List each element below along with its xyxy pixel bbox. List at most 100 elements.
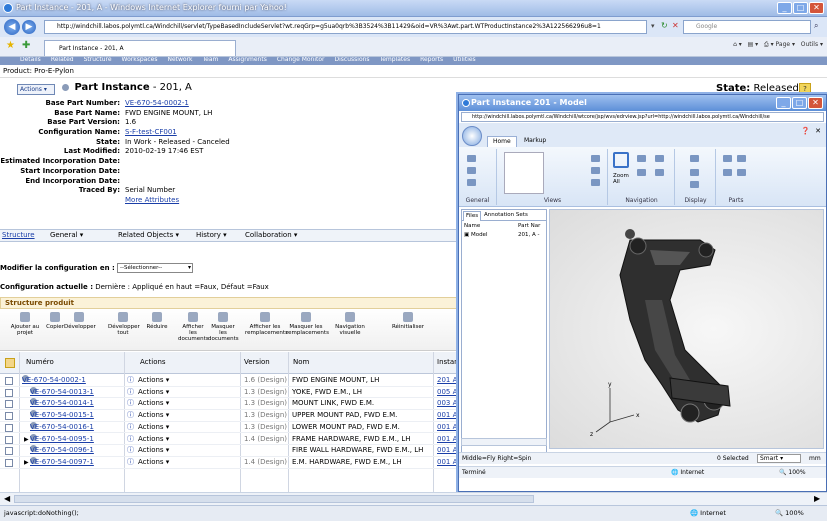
tab-home[interactable]: Home [487,136,517,147]
zoom-all-button[interactable]: Zoom All [613,173,633,185]
layout-icon[interactable] [467,179,476,186]
tab-markup[interactable]: Markup [519,136,551,147]
rotate-icon[interactable] [637,155,646,162]
toolbar-button[interactable]: Réinitialiser [388,312,428,330]
toolbar-button[interactable]: Développer [64,312,96,330]
table-row[interactable]: ▶ VE-670-54-0095-1 ⓘ Actions ▾ 1.4 (Design) F… [0,433,458,446]
orient-icon[interactable] [655,169,664,176]
help-icon[interactable]: ❓ [801,127,810,135]
feeds-icon[interactable]: ▤ ▾ [744,41,759,48]
row-instance-link[interactable]: 005 A [437,387,457,399]
row-instance-link[interactable]: 001 A [437,434,457,446]
scroll-right-icon[interactable]: ▶ [814,494,820,503]
view-list-icon[interactable] [591,155,600,162]
menu-item[interactable]: Structure [84,57,112,63]
tab-structure[interactable]: Structure [2,230,35,241]
info-icon[interactable]: ⓘ [127,387,134,399]
row-checkbox[interactable] [5,388,13,397]
row-actions-menu[interactable]: Actions ▾ [138,375,169,387]
table-row[interactable]: VE-670-54-0015-1 ⓘ Actions ▾ 1.3 (Design) UP… [0,410,458,422]
row-checkbox[interactable] [5,400,13,409]
menu-item[interactable]: Utilities [453,57,476,63]
table-row[interactable]: VE-670-54-0014-1 ⓘ Actions ▾ 1.3 (Design) MO… [0,398,458,411]
menu-item[interactable]: Details [20,57,41,63]
row-checkbox[interactable] [5,377,13,385]
info-icon[interactable]: ⓘ [127,434,134,446]
row-checkbox[interactable] [5,458,13,467]
parts-show-icon[interactable] [737,169,746,176]
row-instance-link[interactable]: 201 A [437,375,457,387]
table-row[interactable]: VE-670-54-0002-1 ⓘ Actions ▾ 1.6 (Design) FW… [0,375,458,387]
minimize-button[interactable]: _ [777,2,792,14]
fly-icon[interactable] [655,155,664,162]
row-actions-menu[interactable]: Actions ▾ [138,457,169,469]
info-icon[interactable]: ⓘ [127,422,134,434]
tab-files[interactable]: Files [463,211,482,221]
row-instance-link[interactable]: 001 A [437,445,457,457]
url-dropdown-icon[interactable]: ▾ [651,22,655,30]
table-row[interactable]: VE-670-54-0013-1 ⓘ Actions ▾ 1.3 (Design) YO… [0,386,458,399]
url-input[interactable]: http://windchill.labos.polymtl.ca/Windch… [44,20,647,34]
menu-item[interactable]: Related [51,57,74,63]
attribute-link[interactable]: More Attributes [125,196,179,206]
expand-icon[interactable]: ▶ [24,457,29,469]
parts-isolate-icon[interactable] [723,169,732,176]
display-options-icon[interactable] [690,181,699,188]
viewer-minimize-button[interactable]: _ [776,97,791,109]
print-icon[interactable]: ⎙ ▾ [760,41,774,48]
menu-item[interactable]: Workspaces [122,57,158,63]
view-grid-icon[interactable] [591,167,600,174]
row-actions-menu[interactable]: Actions ▾ [138,434,169,446]
viewer-maximize-button[interactable]: □ [792,97,807,109]
menu-item[interactable]: Reports [420,57,443,63]
table-row[interactable]: ▶ VE-670-54-0097-1 ⓘ Actions ▾ 1.4 (Design) E… [0,456,458,469]
viewer-url[interactable]: http://windchill.labos.polymtl.ca/Windch… [461,112,824,122]
col-version[interactable]: Version [244,358,270,366]
col-numero[interactable]: Numéro [26,358,54,366]
toolbar-button[interactable]: Ajouter au projet [10,312,40,336]
search-input[interactable]: Google [683,20,811,34]
view-thumbnail[interactable] [504,152,544,194]
page-menu[interactable]: Page ▾ [776,41,795,48]
toolbar-button[interactable]: Réduire [142,312,172,330]
row-actions-menu[interactable]: Actions ▾ [138,410,169,422]
parts-select-icon[interactable] [723,155,732,162]
tools-menu[interactable]: Outils ▾ [801,41,823,48]
print-icon[interactable] [467,167,476,174]
row-checkbox[interactable] [5,423,13,432]
col-nom[interactable]: Nom [293,358,309,366]
tab-annotation-sets[interactable]: Annotation Sets [482,211,530,221]
menu-item[interactable]: Assignments [228,57,266,63]
col-actions[interactable]: Actions [140,358,166,366]
close-button[interactable]: ✕ [809,2,824,14]
parts-hide-icon[interactable] [737,155,746,162]
row-instance-link[interactable]: 001 A [437,410,457,422]
toolbar-button[interactable]: Navigation visuelle [330,312,370,336]
row-actions-menu[interactable]: Actions ▾ [138,398,169,410]
render-mode-icon[interactable] [690,155,699,162]
row-checkbox[interactable] [5,447,13,456]
open-icon[interactable] [467,155,476,162]
menu-item[interactable]: Network [167,57,192,63]
app-orb-icon[interactable] [462,126,482,146]
toolbar-button[interactable]: Afficher les documents [178,312,209,342]
toolbar-button[interactable]: Afficher les remplacements [245,312,288,336]
lighting-icon[interactable] [690,169,699,176]
add-favorite-icon[interactable]: ✚ [22,40,30,51]
row-actions-menu[interactable]: Actions ▾ [138,422,169,434]
config-select[interactable]: --Sélectionner-- ▾ [117,263,193,273]
toolbar-button[interactable]: Masquer les remplacements [286,312,329,336]
scroll-left-icon[interactable]: ◀ [4,494,10,503]
menu-item[interactable]: Discussions [335,57,370,63]
info-icon[interactable]: ⓘ [127,398,134,410]
forward-arrow-icon[interactable]: ▶ [22,20,36,34]
back-arrow-icon[interactable]: ◀ [4,19,20,35]
selection-mode-select[interactable]: Smart ▾ [757,454,801,463]
expand-icon[interactable]: ▶ [24,434,29,446]
row-actions-menu[interactable]: Actions ▾ [138,387,169,399]
menu-item[interactable]: Change Monitor [277,57,325,63]
row-actions-menu[interactable]: Actions ▾ [138,445,169,457]
refresh-icon[interactable]: ↻ [661,21,668,30]
page-horizontal-scrollbar[interactable]: ◀ ▶ [0,492,827,505]
select-all-checkbox[interactable] [5,358,15,368]
